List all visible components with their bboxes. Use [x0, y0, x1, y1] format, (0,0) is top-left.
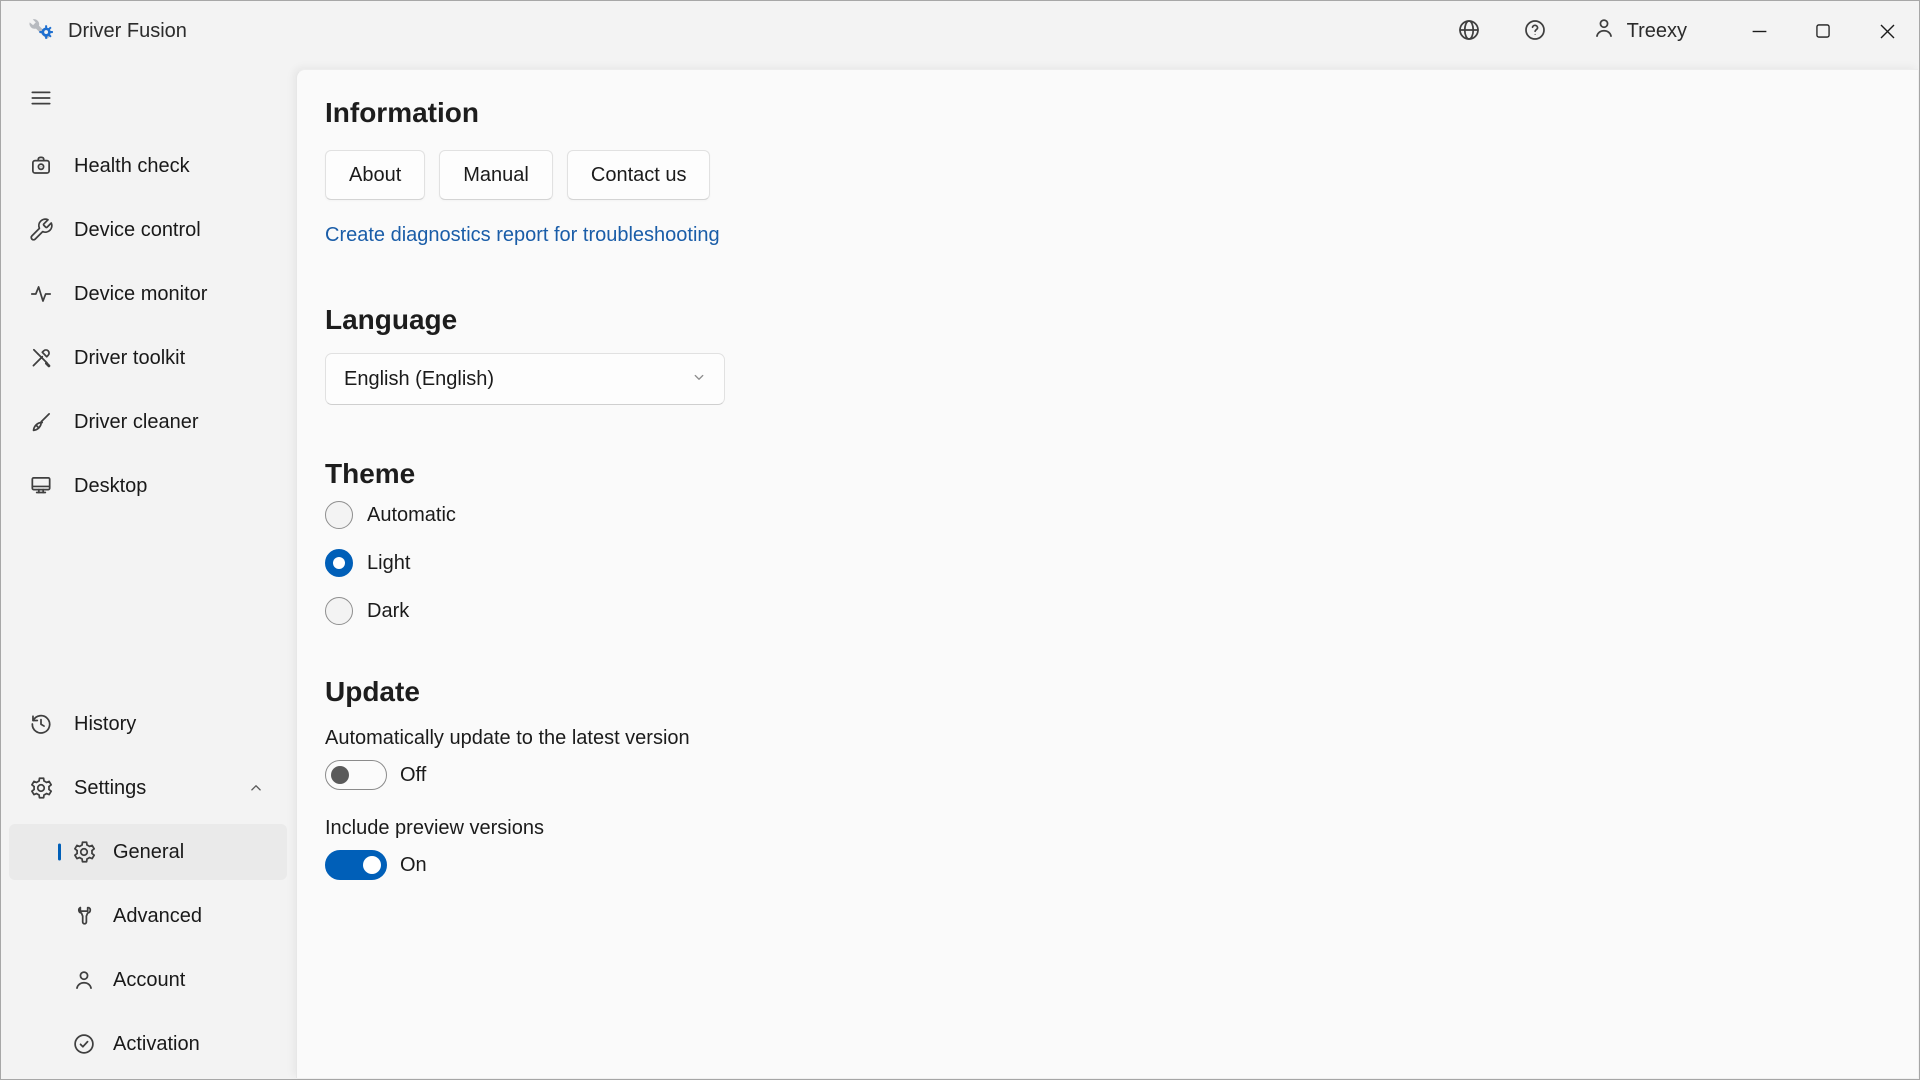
- theme-option-dark[interactable]: Dark: [325, 597, 409, 625]
- sidebar-item-device-monitor[interactable]: Device monitor: [9, 266, 287, 322]
- sidebar-item-general[interactable]: General: [9, 824, 287, 880]
- help-icon: [1522, 17, 1548, 46]
- auto-update-toggle[interactable]: [325, 760, 387, 790]
- sidebar-item-desktop[interactable]: Desktop: [9, 458, 287, 514]
- monitor-icon: [28, 473, 54, 499]
- hamburger-icon: [28, 85, 54, 114]
- sidebar-item-device-control[interactable]: Device control: [9, 202, 287, 258]
- preview-versions-row: On: [325, 850, 1878, 880]
- auto-update-row: Off: [325, 760, 1878, 790]
- check-circle-icon: [71, 1031, 97, 1057]
- preview-versions-state-label: On: [400, 854, 427, 877]
- sidebar-item-driver-toolkit[interactable]: Driver toolkit: [9, 330, 287, 386]
- close-button[interactable]: [1855, 1, 1919, 61]
- app-logo-icon: [27, 18, 54, 45]
- sidebar-item-label: Activation: [113, 1033, 200, 1056]
- person-icon: [71, 967, 97, 993]
- sidebar-item-label: Device control: [74, 219, 201, 242]
- pulse-icon: [28, 281, 54, 307]
- person-icon: [1591, 15, 1617, 47]
- radio-icon: [325, 501, 353, 529]
- information-buttons: About Manual Contact us: [325, 150, 1878, 200]
- sidebar: Health check Device control Device monit…: [1, 61, 295, 1080]
- sidebar-item-label: Driver cleaner: [74, 411, 198, 434]
- titlebar: Driver Fusion: [1, 1, 1919, 61]
- sidebar-item-history[interactable]: History: [9, 696, 287, 752]
- selected-indicator: [58, 844, 61, 861]
- health-check-icon: [28, 153, 54, 179]
- contact-us-button[interactable]: Contact us: [567, 150, 711, 200]
- window-controls: [1727, 1, 1919, 61]
- sidebar-item-label: Desktop: [74, 475, 147, 498]
- toggle-knob: [331, 766, 349, 784]
- sidebar-item-driver-cleaner[interactable]: Driver cleaner: [9, 394, 287, 450]
- auto-update-state-label: Off: [400, 764, 426, 787]
- minimize-button[interactable]: [1727, 1, 1791, 61]
- spanner-icon: [71, 903, 97, 929]
- theme-heading: Theme: [325, 457, 1878, 491]
- auto-update-label: Automatically update to the latest versi…: [325, 727, 1878, 750]
- theme-option-light[interactable]: Light: [325, 549, 410, 577]
- toolkit-icon: [28, 345, 54, 371]
- language-select-value: English (English): [344, 368, 690, 391]
- information-heading: Information: [325, 96, 1878, 130]
- theme-option-automatic[interactable]: Automatic: [325, 501, 456, 529]
- maximize-button[interactable]: [1791, 1, 1855, 61]
- toggle-knob: [363, 856, 381, 874]
- sidebar-item-label: Driver toolkit: [74, 347, 185, 370]
- wrench-icon: [28, 217, 54, 243]
- about-button[interactable]: About: [325, 150, 425, 200]
- sidebar-item-label: Device monitor: [74, 283, 207, 306]
- theme-radio-group: Automatic Light Dark: [325, 501, 1878, 645]
- theme-option-label: Automatic: [367, 504, 456, 527]
- gear-icon: [71, 839, 97, 865]
- account-name: Treexy: [1627, 20, 1687, 43]
- sidebar-item-health-check[interactable]: Health check: [9, 138, 287, 194]
- preview-versions-label: Include preview versions: [325, 817, 1878, 840]
- language-globe-button[interactable]: [1445, 7, 1493, 55]
- theme-option-label: Light: [367, 552, 410, 575]
- chevron-down-icon: [690, 368, 708, 391]
- sidebar-item-label: History: [74, 713, 136, 736]
- sidebar-item-activation[interactable]: Activation: [9, 1016, 287, 1072]
- app-window: Driver Fusion: [0, 0, 1920, 1080]
- sidebar-item-label: Health check: [74, 155, 190, 178]
- menu-toggle-button[interactable]: [17, 79, 65, 119]
- settings-general-page: Information About Manual Contact us Crea…: [296, 69, 1918, 1078]
- history-icon: [28, 711, 54, 737]
- sidebar-item-label: Settings: [74, 777, 146, 800]
- sidebar-spacer: [1, 522, 295, 696]
- sidebar-item-advanced[interactable]: Advanced: [9, 888, 287, 944]
- sidebar-nav-list: Health check Device control Device monit…: [1, 138, 295, 1080]
- globe-icon: [1456, 17, 1482, 46]
- language-heading: Language: [325, 303, 1878, 337]
- chevron-up-icon: [247, 779, 265, 797]
- titlebar-left: Driver Fusion: [1, 18, 187, 45]
- radio-icon: [325, 597, 353, 625]
- sidebar-item-label: Account: [113, 969, 185, 992]
- sidebar-item-label: Advanced: [113, 905, 202, 928]
- language-select[interactable]: English (English): [325, 353, 725, 405]
- manual-button[interactable]: Manual: [439, 150, 553, 200]
- preview-versions-toggle[interactable]: [325, 850, 387, 880]
- account-button[interactable]: Treexy: [1577, 7, 1701, 55]
- app-title: Driver Fusion: [68, 20, 187, 43]
- radio-icon: [325, 549, 353, 577]
- help-button[interactable]: [1511, 7, 1559, 55]
- titlebar-right: Treexy: [1445, 1, 1919, 61]
- broom-icon: [28, 409, 54, 435]
- theme-option-label: Dark: [367, 600, 409, 623]
- diagnostics-report-link[interactable]: Create diagnostics report for troublesho…: [325, 224, 720, 247]
- update-heading: Update: [325, 675, 1878, 709]
- sidebar-item-account[interactable]: Account: [9, 952, 287, 1008]
- gear-icon: [28, 775, 54, 801]
- sidebar-item-settings[interactable]: Settings: [9, 760, 287, 816]
- sidebar-item-label: General: [113, 841, 184, 864]
